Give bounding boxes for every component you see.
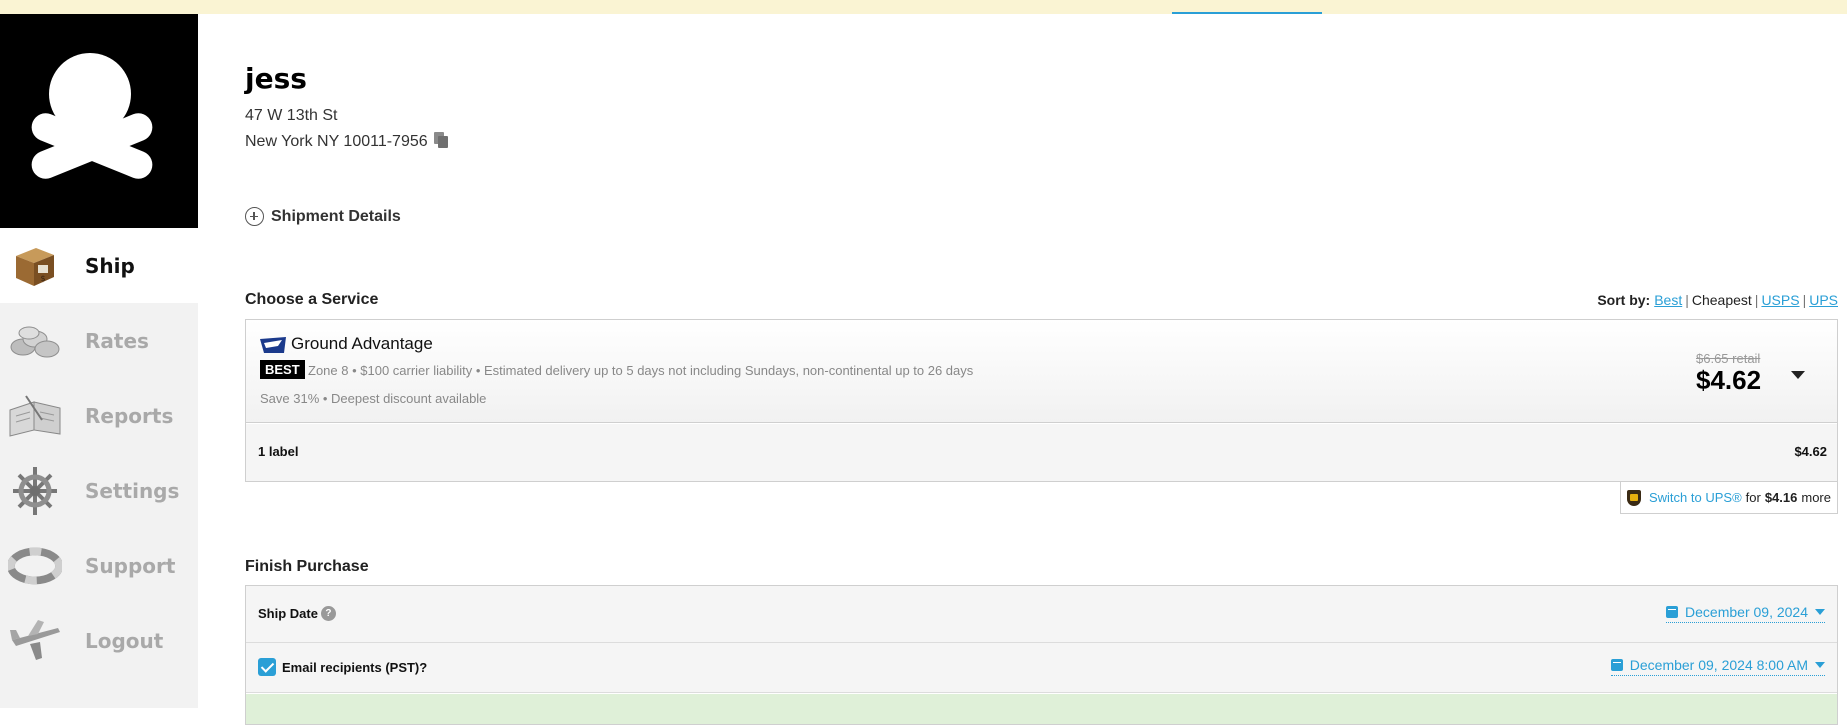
sidebar: $ Ship Rates Reports Settings Support Lo… <box>0 14 198 708</box>
switch-price: $4.16 <box>1764 490 1798 505</box>
finish-purchase-card: Ship Date ? December 09, 2024 Email reci… <box>245 585 1838 725</box>
help-icon[interactable]: ? <box>320 606 336 621</box>
ship-date-picker[interactable]: December 09, 2024 <box>1666 604 1825 623</box>
switch-for-text: for <box>1745 490 1761 505</box>
life-ring-icon <box>8 539 62 593</box>
sort-option-usps[interactable]: USPS <box>1761 292 1799 308</box>
calendar-icon <box>1666 606 1679 618</box>
switch-carrier-suggestion: Switch to UPS® for $4.16 more <box>1619 482 1838 514</box>
email-time-value: December 09, 2024 8:00 AM <box>1629 657 1808 673</box>
email-time-picker[interactable]: December 09, 2024 8:00 AM <box>1610 657 1825 676</box>
email-recipients-label: Email recipients (PST)? <box>282 659 428 675</box>
email-recipients-row: Email recipients (PST)? December 09, 202… <box>246 643 1837 693</box>
service-savings: Save 31% • Deepest discount available <box>260 391 487 406</box>
package-icon: $ <box>8 239 62 293</box>
sort-separator: | <box>1754 292 1759 308</box>
notice-link-underline[interactable] <box>1172 12 1322 14</box>
sort-by-label: Sort by: <box>1597 292 1651 308</box>
sort-separator: | <box>1802 292 1807 308</box>
sort-by: Sort by: Best | Cheapest | USPS | UPS <box>1597 292 1838 308</box>
address-line-2: New York NY 10011-7956 <box>245 133 428 150</box>
sidebar-item-label: Rates <box>85 328 149 353</box>
plus-circle-icon <box>245 207 264 226</box>
sidebar-item-label: Logout <box>85 628 164 653</box>
sidebar-item-label: Settings <box>85 478 180 503</box>
coins-icon <box>8 314 62 368</box>
ship-date-label: Ship Date <box>258 606 318 621</box>
ship-wheel-icon <box>8 464 62 518</box>
sidebar-item-reports[interactable]: Reports <box>0 378 198 453</box>
best-badge: BEST <box>260 360 305 379</box>
label-total: $4.62 <box>1794 444 1827 459</box>
book-icon <box>8 389 62 443</box>
choose-service-title: Choose a Service <box>245 291 379 308</box>
svg-text:$: $ <box>40 274 45 283</box>
logo-head <box>49 53 131 135</box>
label-count: 1 label <box>258 444 299 459</box>
chevron-down-icon[interactable] <box>1791 371 1805 379</box>
chevron-down-icon <box>1815 662 1825 668</box>
sort-option-best[interactable]: Best <box>1654 292 1682 308</box>
address-line-2-row: New York NY 10011-7956 <box>245 132 448 151</box>
address-line-1: 47 W 13th St <box>245 107 338 124</box>
sidebar-item-settings[interactable]: Settings <box>0 453 198 528</box>
retail-price: $6.65 retail <box>1696 351 1761 366</box>
usps-eagle-icon <box>260 337 286 353</box>
sidebar-item-ship[interactable]: $ Ship <box>0 228 198 303</box>
service-selection[interactable]: Ground Advantage BEST Zone 8 • $100 carr… <box>246 320 1837 423</box>
sort-separator: | <box>1685 292 1689 308</box>
service-name: Ground Advantage <box>291 334 433 353</box>
switch-to-ups-link[interactable]: Switch to UPS® <box>1649 490 1742 505</box>
sidebar-item-support[interactable]: Support <box>0 528 198 603</box>
ship-date-label-wrap: Ship Date ? <box>258 606 336 621</box>
notice-bar <box>0 0 1847 14</box>
copy-icon[interactable] <box>433 132 448 148</box>
ship-date-value: December 09, 2024 <box>1685 604 1808 620</box>
sort-option-cheapest[interactable]: Cheapest <box>1692 292 1752 308</box>
email-recipients-label-wrap: Email recipients (PST)? <box>258 658 427 676</box>
sidebar-item-label: Ship <box>85 253 135 278</box>
rate-price: $4.62 <box>1696 365 1762 395</box>
service-card: Ground Advantage BEST Zone 8 • $100 carr… <box>245 319 1838 482</box>
confirmation-row <box>246 694 1837 724</box>
service-description: Zone 8 • $100 carrier liability • Estima… <box>308 363 974 378</box>
email-recipients-checkbox[interactable] <box>258 658 276 676</box>
label-summary-row: 1 label $4.62 <box>246 424 1837 481</box>
shipment-details-toggle[interactable]: Shipment Details <box>245 207 401 226</box>
ups-shield-icon <box>1626 489 1641 506</box>
shipment-details-label: Shipment Details <box>271 207 401 225</box>
sort-option-ups[interactable]: UPS <box>1809 292 1838 308</box>
sidebar-item-logout[interactable]: Logout <box>0 603 198 678</box>
switch-more-text: more <box>1801 490 1831 505</box>
calendar-icon <box>1610 659 1623 671</box>
plane-icon <box>8 614 62 668</box>
chevron-down-icon <box>1815 609 1825 615</box>
skull-logo[interactable] <box>0 14 198 228</box>
finish-purchase-title: Finish Purchase <box>245 558 369 575</box>
sidebar-item-rates[interactable]: Rates <box>0 303 198 378</box>
sidebar-item-label: Support <box>85 553 176 578</box>
sidebar-item-label: Reports <box>85 403 174 428</box>
ship-date-row: Ship Date ? December 09, 2024 <box>246 586 1837 643</box>
recipient-name: jess <box>245 62 307 95</box>
